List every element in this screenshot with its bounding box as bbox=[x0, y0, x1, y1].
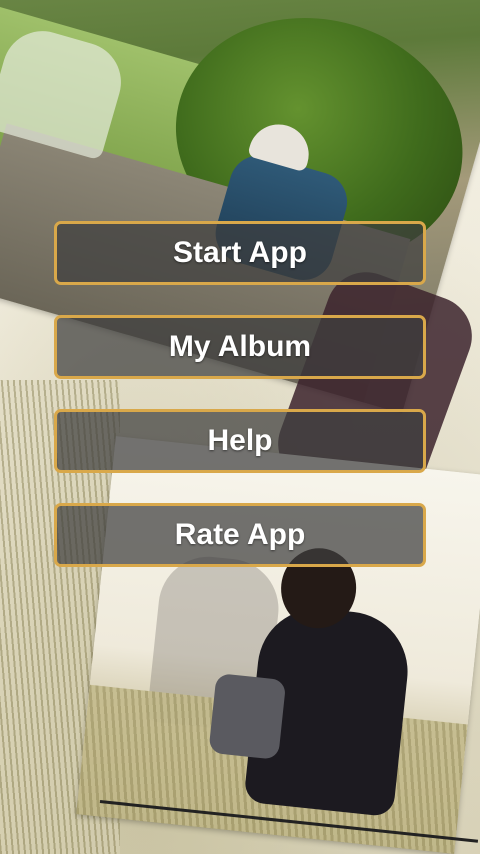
rate-app-button[interactable]: Rate App bbox=[54, 503, 426, 567]
main-menu: Start App My Album Help Rate App bbox=[0, 0, 480, 854]
my-album-label: My Album bbox=[168, 330, 312, 363]
start-app-button[interactable]: Start App bbox=[54, 221, 426, 285]
help-button[interactable]: Help bbox=[54, 409, 426, 473]
start-app-label: Start App bbox=[173, 236, 307, 269]
help-label: Help bbox=[207, 424, 273, 457]
rate-app-label: Rate App bbox=[174, 518, 306, 551]
my-album-button[interactable]: My Album bbox=[54, 315, 426, 379]
